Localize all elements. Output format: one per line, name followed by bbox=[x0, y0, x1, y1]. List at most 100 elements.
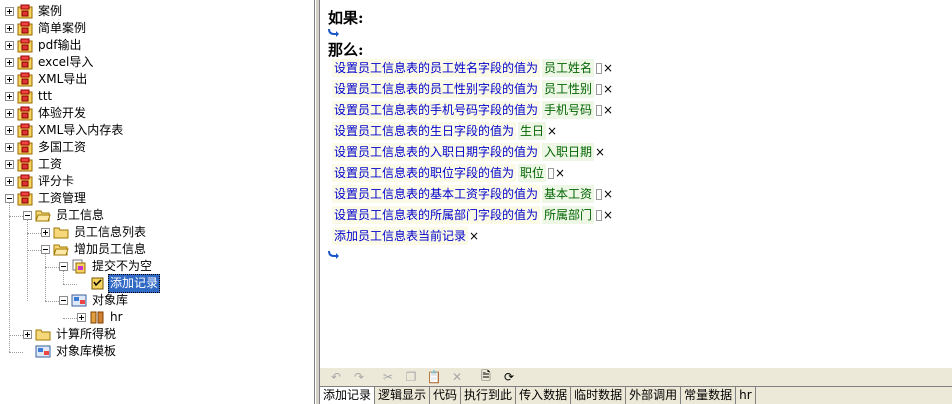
expand-plus-icon[interactable] bbox=[5, 160, 14, 169]
tab-2[interactable]: 代码 bbox=[430, 387, 462, 404]
tree-item[interactable]: 对象库 bbox=[59, 292, 130, 309]
action-text[interactable]: 设置员工信息表的职位字段的值为 bbox=[332, 164, 517, 182]
expand-plus-icon[interactable] bbox=[5, 58, 14, 67]
action-row[interactable]: 设置员工信息表的所属部门字段的值为 所属部门 × bbox=[332, 206, 613, 224]
tree-item[interactable]: XML导入内存表 bbox=[5, 122, 125, 139]
tree-item[interactable]: 案例 bbox=[5, 3, 64, 20]
tree-item[interactable]: ttt bbox=[5, 88, 54, 105]
action-text[interactable]: 设置员工信息表的员工姓名字段的值为 bbox=[332, 59, 541, 77]
expand-plus-icon[interactable] bbox=[5, 177, 14, 186]
action-row[interactable]: 设置员工信息表的入职日期字段的值为 入职日期 × bbox=[332, 143, 605, 161]
tree-item[interactable]: 员工信息列表 bbox=[41, 224, 148, 241]
copy-icon[interactable]: ❐ bbox=[401, 369, 421, 385]
tree-item[interactable]: XML导出 bbox=[5, 71, 89, 88]
action-value[interactable]: 职位 bbox=[518, 164, 547, 182]
collapse-minus-icon[interactable] bbox=[41, 245, 50, 254]
action-row[interactable]: 设置员工信息表的手机号码字段的值为 手机号码 × bbox=[332, 101, 613, 119]
tree-item[interactable]: 体验开发 bbox=[5, 105, 88, 122]
value-input-box[interactable] bbox=[596, 209, 603, 221]
action-text[interactable]: 设置员工信息表的入职日期字段的值为 bbox=[332, 143, 541, 161]
tab-1[interactable]: 逻辑显示 bbox=[375, 387, 431, 404]
collapse-minus-icon[interactable] bbox=[59, 296, 68, 305]
action-value[interactable]: 员工姓名 bbox=[542, 59, 595, 77]
action-text[interactable]: 设置员工信息表的生日字段的值为 bbox=[332, 122, 517, 140]
action-value[interactable]: 入职日期 bbox=[542, 143, 595, 161]
expand-plus-icon[interactable] bbox=[5, 41, 14, 50]
tree-item[interactable]: 提交不为空 bbox=[59, 258, 154, 275]
tree-item[interactable]: 评分卡 bbox=[5, 173, 76, 190]
action-row[interactable]: 设置员工信息表的员工姓名字段的值为 员工姓名 × bbox=[332, 59, 613, 77]
undo-icon[interactable]: ↶ bbox=[326, 369, 346, 385]
action-row[interactable]: 设置员工信息表的员工性别字段的值为 员工性别 × bbox=[332, 80, 613, 98]
collapse-minus-icon[interactable] bbox=[59, 262, 68, 271]
action-text[interactable]: 设置员工信息表的所属部门字段的值为 bbox=[332, 206, 541, 224]
tree-item[interactable]: 员工信息 bbox=[23, 207, 106, 224]
delete-action-icon[interactable]: × bbox=[555, 164, 565, 182]
expand-plus-icon[interactable] bbox=[5, 75, 14, 84]
tree-item[interactable]: 计算所得税 bbox=[23, 326, 118, 343]
tree-item[interactable]: 多国工资 bbox=[5, 139, 88, 156]
action-value[interactable]: 所属部门 bbox=[542, 206, 595, 224]
delete-action-icon[interactable]: × bbox=[469, 227, 479, 245]
delete-action-icon[interactable]: × bbox=[603, 59, 613, 77]
expand-plus-icon[interactable] bbox=[5, 143, 14, 152]
expand-plus-icon[interactable] bbox=[5, 7, 14, 16]
delete-action-icon[interactable]: × bbox=[603, 80, 613, 98]
tab-6[interactable]: 外部调用 bbox=[626, 387, 682, 404]
tab-4[interactable]: 传入数据 bbox=[516, 387, 572, 404]
tree-item[interactable]: pdf输出 bbox=[5, 37, 83, 54]
action-row[interactable]: 添加员工信息表当前记录 × bbox=[332, 227, 479, 245]
action-row[interactable]: 设置员工信息表的生日字段的值为 生日 × bbox=[332, 122, 557, 140]
value-input-box[interactable] bbox=[596, 188, 603, 200]
action-text[interactable]: 添加员工信息表当前记录 bbox=[332, 227, 469, 245]
paste-icon[interactable]: 📋 bbox=[424, 369, 444, 385]
tab-8[interactable]: hr bbox=[736, 387, 756, 404]
action-value[interactable]: 基本工资 bbox=[542, 185, 595, 203]
redo-icon[interactable]: ↷ bbox=[349, 369, 369, 385]
refresh-icon[interactable]: ⟳ bbox=[499, 369, 519, 385]
export-icon[interactable]: 🗎 bbox=[476, 369, 496, 385]
expand-plus-icon[interactable] bbox=[5, 92, 14, 101]
cut-icon[interactable]: ✂ bbox=[378, 369, 398, 385]
delete-action-icon[interactable]: × bbox=[603, 185, 613, 203]
collapse-minus-icon[interactable] bbox=[5, 194, 14, 203]
collapse-minus-icon[interactable] bbox=[23, 211, 32, 220]
delete-action-icon[interactable]: × bbox=[603, 101, 613, 119]
action-value[interactable]: 手机号码 bbox=[542, 101, 595, 119]
action-text[interactable]: 设置员工信息表的手机号码字段的值为 bbox=[332, 101, 541, 119]
delete-action-icon[interactable]: × bbox=[603, 206, 613, 224]
tab-5[interactable]: 临时数据 bbox=[571, 387, 627, 404]
add-condition-arrow-icon[interactable] bbox=[328, 28, 340, 38]
tree-item[interactable]: 工资 bbox=[5, 156, 64, 173]
expand-plus-icon[interactable] bbox=[5, 24, 14, 33]
value-input-box[interactable] bbox=[596, 83, 603, 95]
tree-item[interactable]: 对象库模板 bbox=[23, 343, 118, 360]
value-input-box[interactable] bbox=[596, 62, 603, 74]
tree-item[interactable]: excel导入 bbox=[5, 54, 95, 71]
tree-item[interactable]: 增加员工信息 bbox=[41, 241, 148, 258]
tab-7[interactable]: 常量数据 bbox=[681, 387, 737, 404]
action-value[interactable]: 员工性别 bbox=[542, 80, 595, 98]
tab-3[interactable]: 执行到此 bbox=[461, 387, 517, 404]
value-input-box[interactable] bbox=[548, 167, 555, 179]
delete-icon[interactable]: ✕ bbox=[447, 369, 467, 385]
action-text[interactable]: 设置员工信息表的基本工资字段的值为 bbox=[332, 185, 541, 203]
delete-action-icon[interactable]: × bbox=[547, 122, 557, 140]
rule-editor[interactable]: 如果: 那么: 设置员工信息表的员工姓名字段的值为 员工姓名 × 设置员工信息表的员工… bbox=[320, 0, 952, 368]
tab-0[interactable]: 添加记录 bbox=[320, 387, 376, 404]
expand-plus-icon[interactable] bbox=[77, 313, 86, 322]
expand-plus-icon[interactable] bbox=[5, 126, 14, 135]
tree-item[interactable]: 简单案例 bbox=[5, 20, 88, 37]
action-value[interactable]: 生日 bbox=[518, 122, 547, 140]
expand-plus-icon[interactable] bbox=[23, 330, 32, 339]
tree-item[interactable]: 添加记录 bbox=[77, 274, 161, 293]
add-action-arrow-icon[interactable] bbox=[328, 250, 340, 260]
tree-item[interactable]: 工资管理 bbox=[5, 190, 88, 207]
rule-tree-panel[interactable]: 案例 简单案例 pdf输出 excel导入 XML导出 ttt 体验开发 XML导入内存表 多国… bbox=[0, 0, 315, 404]
value-input-box[interactable] bbox=[596, 104, 603, 116]
expand-plus-icon[interactable] bbox=[41, 228, 50, 237]
tree-item[interactable]: hr bbox=[77, 309, 125, 326]
action-row[interactable]: 设置员工信息表的基本工资字段的值为 基本工资 × bbox=[332, 185, 613, 203]
delete-action-icon[interactable]: × bbox=[595, 143, 605, 161]
action-row[interactable]: 设置员工信息表的职位字段的值为 职位 × bbox=[332, 164, 565, 182]
